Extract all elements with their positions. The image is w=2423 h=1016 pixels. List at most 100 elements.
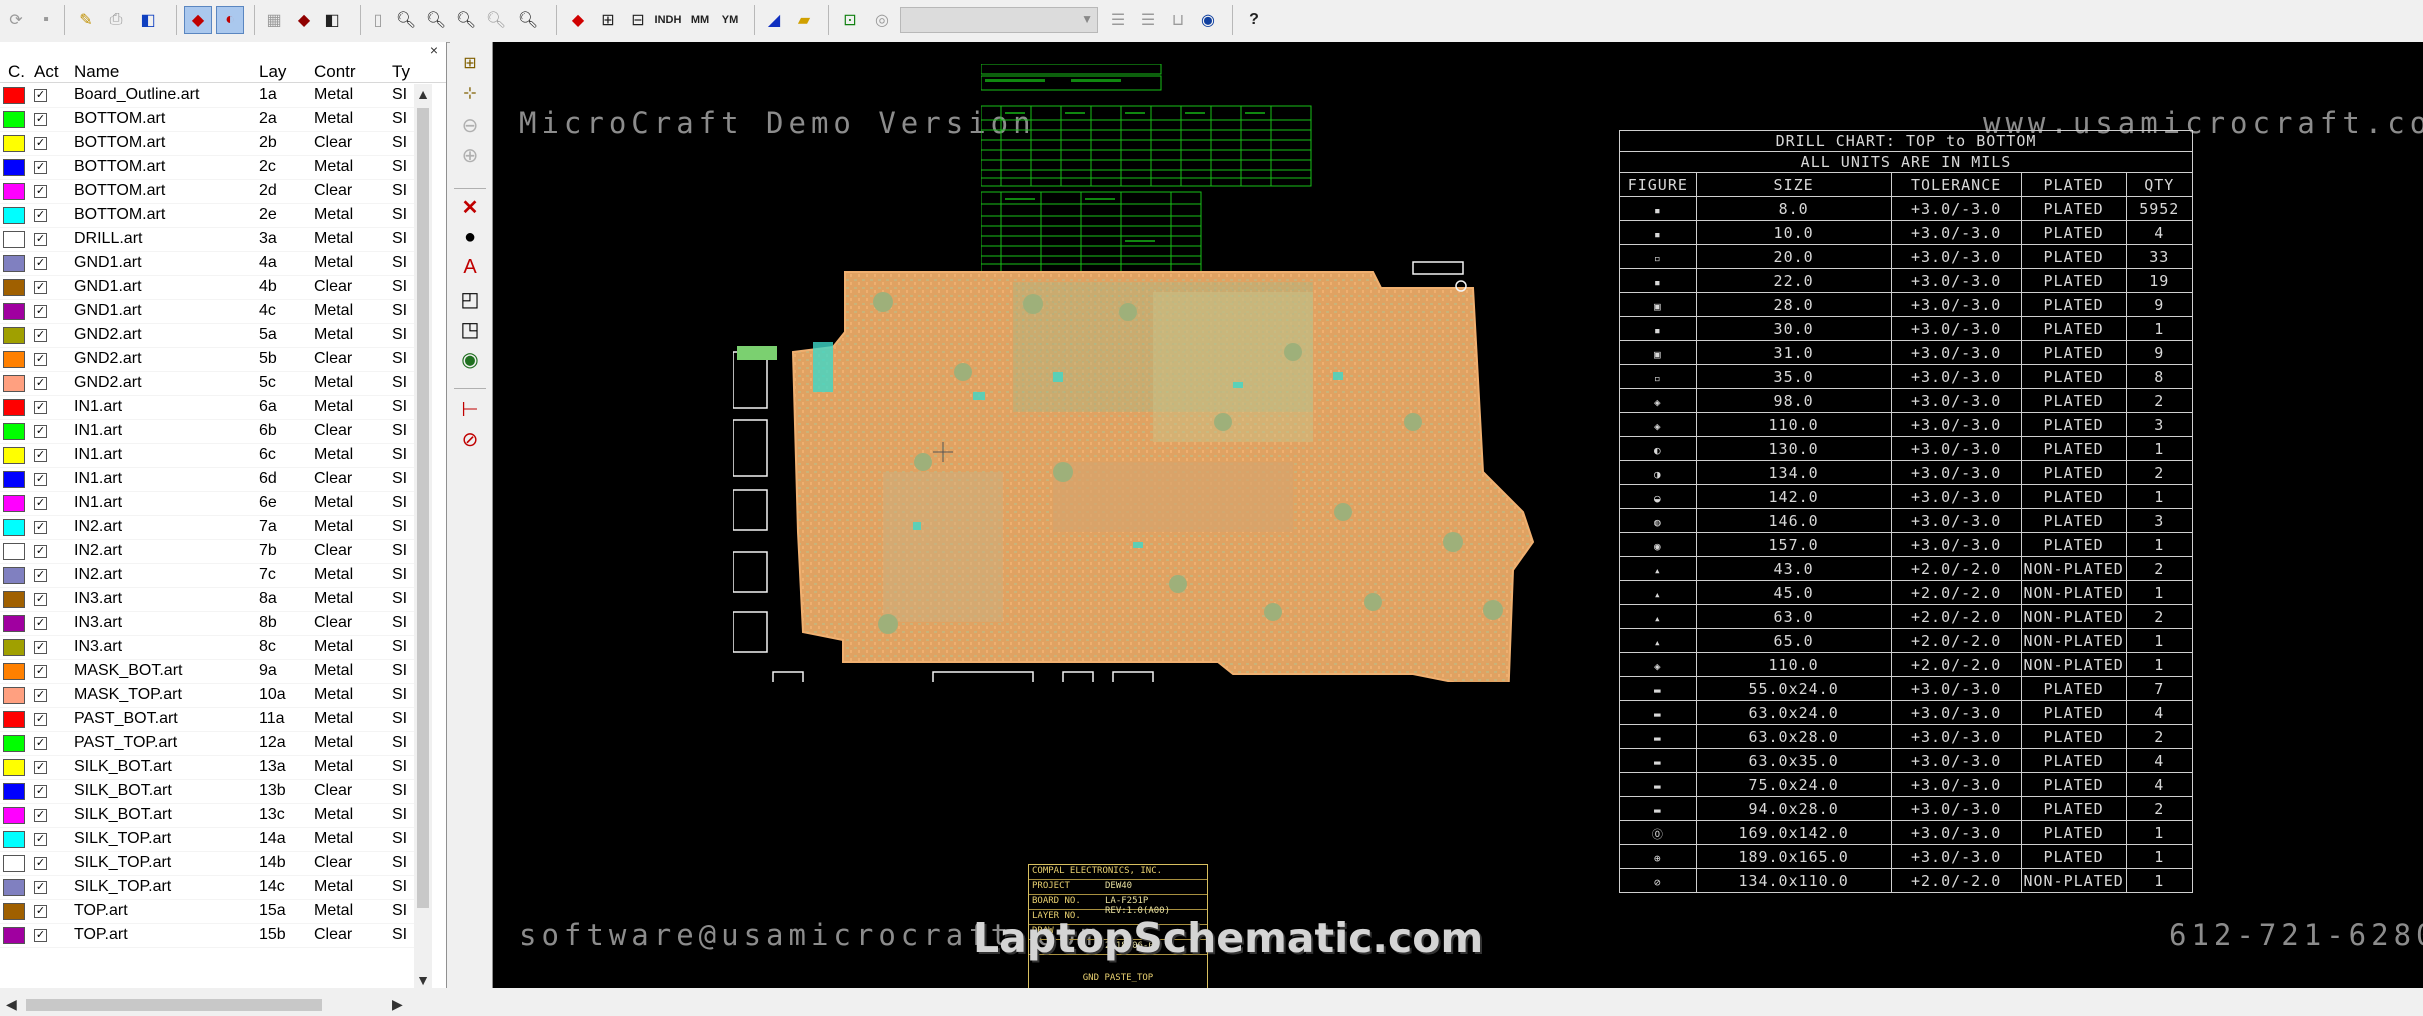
zoom-in-icon[interactable]: 🔍︎ bbox=[392, 6, 420, 34]
layer-active-checkbox[interactable]: ✓ bbox=[34, 881, 47, 894]
scroll-up-icon[interactable]: ▲ bbox=[414, 86, 432, 102]
layer-color-swatch[interactable] bbox=[3, 567, 25, 584]
layer-row[interactable]: ✓ MASK_TOP.art 10a Metal SI bbox=[0, 684, 414, 708]
layer-row[interactable]: ✓ GND1.art 4b Clear SI bbox=[0, 276, 414, 300]
layer-row[interactable]: ✓ IN2.art 7c Metal SI bbox=[0, 564, 414, 588]
layer-active-checkbox[interactable]: ✓ bbox=[34, 737, 47, 750]
layer-color-swatch[interactable] bbox=[3, 327, 25, 344]
layer-row[interactable]: ✓ TOP.art 15a Metal SI bbox=[0, 900, 414, 924]
layer-color-swatch[interactable] bbox=[3, 663, 25, 680]
select-icon[interactable]: ◆ bbox=[290, 6, 318, 34]
layer-color-swatch[interactable] bbox=[3, 423, 25, 440]
layer-horizontal-scrollbar[interactable]: ◀ ▶ bbox=[0, 994, 414, 1016]
layer-row[interactable]: ✓ IN3.art 8a Metal SI bbox=[0, 588, 414, 612]
layer-active-checkbox[interactable]: ✓ bbox=[34, 641, 47, 654]
col-color[interactable]: C. bbox=[8, 62, 25, 82]
disc-icon[interactable]: ◎ bbox=[868, 6, 896, 34]
layer-row[interactable]: ✓ IN3.art 8c Metal SI bbox=[0, 636, 414, 660]
layer-active-checkbox[interactable]: ✓ bbox=[34, 785, 47, 798]
ind-icon[interactable]: INDH bbox=[654, 6, 682, 34]
layer-color-swatch[interactable] bbox=[3, 159, 25, 176]
mm-icon[interactable]: MM bbox=[686, 6, 714, 34]
layer-row[interactable]: ✓ GND2.art 5c Metal SI bbox=[0, 372, 414, 396]
layer-row[interactable]: ✓ SILK_TOP.art 14a Metal SI bbox=[0, 828, 414, 852]
globe-icon[interactable]: ◉ bbox=[1194, 6, 1222, 34]
zoom-out-icon[interactable]: 🔍︎ bbox=[422, 6, 450, 34]
layer-row[interactable]: ✓ IN1.art 6d Clear SI bbox=[0, 468, 414, 492]
layer-active-checkbox[interactable]: ✓ bbox=[34, 569, 47, 582]
copy-shape-icon[interactable]: ◳ bbox=[456, 316, 484, 342]
layer-active-checkbox[interactable]: ✓ bbox=[34, 89, 47, 102]
scroll-down-icon[interactable]: ▼ bbox=[414, 972, 432, 988]
delete-icon[interactable]: ✕ bbox=[456, 194, 484, 220]
layer-color-swatch[interactable] bbox=[3, 495, 25, 512]
layer-row[interactable]: ✓ SILK_BOT.art 13c Metal SI bbox=[0, 804, 414, 828]
layer-color-swatch[interactable] bbox=[3, 135, 25, 152]
layer-color-swatch[interactable] bbox=[3, 855, 25, 872]
layer-active-checkbox[interactable]: ✓ bbox=[34, 617, 47, 630]
layer-color-swatch[interactable] bbox=[3, 303, 25, 320]
layer-active-checkbox[interactable]: ✓ bbox=[34, 113, 47, 126]
scroll-left-icon[interactable]: ◀ bbox=[6, 996, 17, 1013]
help-icon[interactable]: ? bbox=[1240, 6, 1268, 34]
layer-color-swatch[interactable] bbox=[3, 111, 25, 128]
export-icon[interactable]: ◧ bbox=[134, 6, 162, 34]
layer-row[interactable]: ✓ BOTTOM.art 2b Clear SI bbox=[0, 132, 414, 156]
print-icon[interactable]: ⎙ bbox=[102, 6, 130, 34]
layer-vertical-scrollbar[interactable]: ▲ ▼ bbox=[414, 84, 432, 994]
layer-color-swatch[interactable] bbox=[3, 375, 25, 392]
layer-color-swatch[interactable] bbox=[3, 255, 25, 272]
layer-color-swatch[interactable] bbox=[3, 903, 25, 920]
layer-row[interactable]: ✓ BOTTOM.art 2e Metal SI bbox=[0, 204, 414, 228]
draw-icon[interactable]: ⊟ bbox=[624, 6, 652, 34]
cart-icon[interactable]: ⊔ bbox=[1164, 6, 1192, 34]
layer-active-checkbox[interactable]: ✓ bbox=[34, 401, 47, 414]
ym-icon[interactable]: YM bbox=[716, 6, 744, 34]
layer-row[interactable]: ✓ IN1.art 6b Clear SI bbox=[0, 420, 414, 444]
layer-active-checkbox[interactable]: ✓ bbox=[34, 329, 47, 342]
col-contrast[interactable]: Contr bbox=[314, 62, 356, 82]
layer-active-checkbox[interactable]: ✓ bbox=[34, 713, 47, 726]
shape-icon[interactable]: ◰ bbox=[456, 286, 484, 312]
layer-row[interactable]: ✓ BOTTOM.art 2d Clear SI bbox=[0, 180, 414, 204]
layer-row[interactable]: ✓ IN2.art 7a Metal SI bbox=[0, 516, 414, 540]
layer-on-icon[interactable]: ◆ bbox=[184, 6, 212, 34]
target-icon[interactable]: ◉ bbox=[456, 346, 484, 372]
layer-row[interactable]: ✓ IN1.art 6c Metal SI bbox=[0, 444, 414, 468]
layer-active-checkbox[interactable]: ✓ bbox=[34, 305, 47, 318]
panel-icon[interactable]: ▰ bbox=[790, 6, 818, 34]
layer-active-checkbox[interactable]: ✓ bbox=[34, 761, 47, 774]
contrast-icon[interactable]: ◧ bbox=[318, 6, 346, 34]
layer-row[interactable]: ✓ Board_Outline.art 1a Metal SI bbox=[0, 84, 414, 108]
layer-row[interactable]: ✓ SILK_BOT.art 13a Metal SI bbox=[0, 756, 414, 780]
layer-active-checkbox[interactable]: ✓ bbox=[34, 353, 47, 366]
scroll-right-icon[interactable]: ▶ bbox=[392, 996, 403, 1013]
layer-color-swatch[interactable] bbox=[3, 831, 25, 848]
layer-row[interactable]: ✓ IN1.art 6a Metal SI bbox=[0, 396, 414, 420]
layer-active-checkbox[interactable]: ✓ bbox=[34, 425, 47, 438]
layer-color-swatch[interactable] bbox=[3, 735, 25, 752]
scroll-thumb[interactable] bbox=[26, 999, 322, 1011]
layer-active-checkbox[interactable]: ✓ bbox=[34, 593, 47, 606]
view-combo[interactable]: ▼ bbox=[900, 7, 1098, 33]
measure-icon[interactable]: ⊢ bbox=[456, 396, 484, 422]
zoom-window-icon[interactable]: 🔍︎ bbox=[452, 6, 480, 34]
layer-active-checkbox[interactable]: ✓ bbox=[34, 137, 47, 150]
layer-active-checkbox[interactable]: ✓ bbox=[34, 233, 47, 246]
layer-row[interactable]: ✓ BOTTOM.art 2a Metal SI bbox=[0, 108, 414, 132]
layer-row[interactable]: ✓ PAST_BOT.art 11a Metal SI bbox=[0, 708, 414, 732]
layer-row[interactable]: ✓ PAST_TOP.art 12a Metal SI bbox=[0, 732, 414, 756]
save-icon[interactable]: ▪ bbox=[32, 6, 60, 34]
no-entry-icon[interactable]: ⊘ bbox=[456, 426, 484, 452]
layer-active-checkbox[interactable]: ✓ bbox=[34, 689, 47, 702]
layer-off-icon[interactable]: ◐ bbox=[216, 6, 244, 34]
layer-active-checkbox[interactable]: ✓ bbox=[34, 905, 47, 918]
layer-active-checkbox[interactable]: ✓ bbox=[34, 449, 47, 462]
layer-active-checkbox[interactable]: ✓ bbox=[34, 497, 47, 510]
layer-color-swatch[interactable] bbox=[3, 687, 25, 704]
layer-active-checkbox[interactable]: ✓ bbox=[34, 473, 47, 486]
forward-icon[interactable]: ⊕ bbox=[456, 142, 484, 168]
layer-row[interactable]: ✓ SILK_BOT.art 13b Clear SI bbox=[0, 780, 414, 804]
layer-color-swatch[interactable] bbox=[3, 351, 25, 368]
scroll-thumb[interactable] bbox=[417, 108, 429, 908]
